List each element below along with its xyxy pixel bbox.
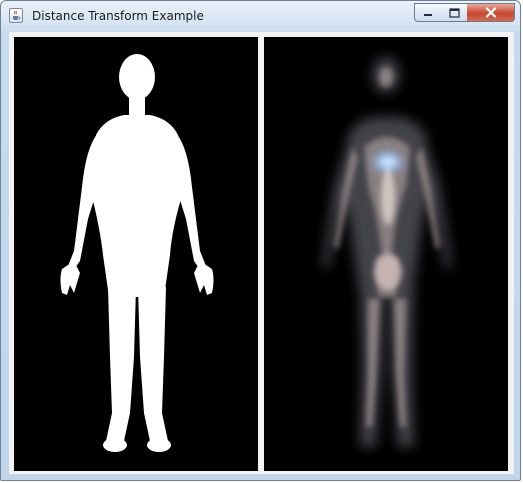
content-area (9, 32, 514, 474)
distance-transform-panel (264, 37, 508, 471)
close-icon (485, 7, 496, 18)
human-silhouette-image (60, 54, 214, 452)
close-button[interactable] (467, 3, 515, 22)
minimize-button[interactable] (414, 3, 442, 22)
java-coffee-cup-icon[interactable] (9, 8, 23, 23)
window-title: Distance Transform Example (32, 9, 204, 23)
distance-transform-image (322, 57, 452, 447)
app-window: Distance Transform Example (0, 0, 521, 481)
minimize-icon (424, 13, 432, 16)
maximize-icon (448, 7, 460, 18)
maximize-button[interactable] (441, 3, 468, 22)
title-bar[interactable]: Distance Transform Example (1, 1, 520, 31)
source-image-panel (14, 37, 258, 471)
